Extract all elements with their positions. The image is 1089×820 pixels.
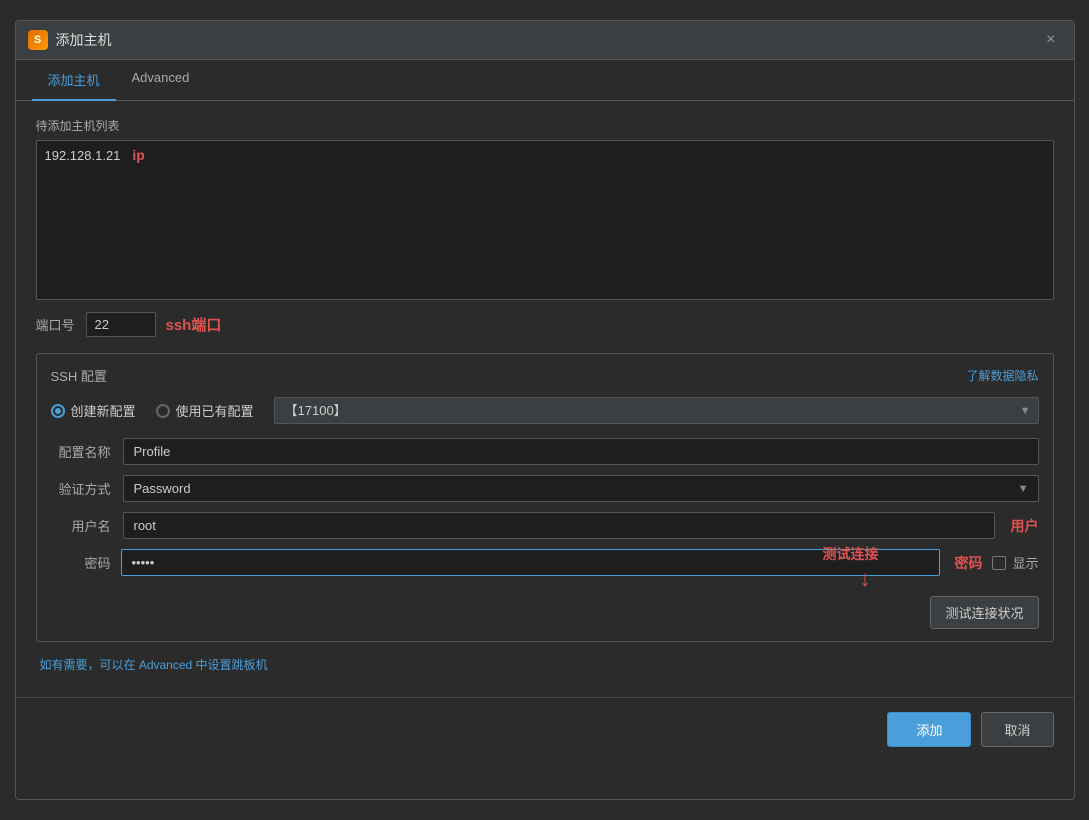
- tab-add-host[interactable]: 添加主机: [32, 60, 116, 101]
- test-arrow-icon: ↓: [860, 568, 871, 590]
- radio-new-label: 创建新配置: [71, 401, 136, 420]
- username-annotation: 用户: [1011, 516, 1039, 536]
- existing-config-select[interactable]: 【17100】: [274, 397, 1039, 424]
- ip-annotation: ip: [132, 147, 144, 163]
- password-input-wrapper: [121, 549, 941, 576]
- host-list-area[interactable]: 192.128.1.21 ip: [36, 140, 1054, 300]
- password-row: 密码 密码 显示: [51, 549, 1039, 576]
- show-password-label: 显示: [1012, 553, 1038, 572]
- privacy-link[interactable]: 了解数据隐私: [966, 367, 1038, 384]
- dialog-title: 添加主机: [56, 30, 112, 50]
- ssh-title: SSH 配置: [51, 366, 107, 385]
- port-label: 端口号: [36, 315, 76, 334]
- bottom-hint: 如有需要，可以在 Advanced 中设置跳板机: [36, 656, 1054, 673]
- test-connect-button[interactable]: 测试连接状况: [930, 596, 1038, 629]
- profile-label: 配置名称: [51, 442, 111, 461]
- radio-new-dot[interactable]: [51, 404, 65, 418]
- ssh-section: SSH 配置 了解数据隐私 创建新配置 使用已有配置 【17100】 ▼: [36, 353, 1054, 642]
- auth-method-row: 验证方式 Password PublicKey Keyboard Interac…: [51, 475, 1039, 502]
- test-annotation-text: 测试连接: [823, 544, 879, 564]
- dialog-content: 待添加主机列表 192.128.1.21 ip 端口号 ssh端口 SSH 配置…: [16, 101, 1074, 689]
- test-section: 测试连接 ↓ 测试连接状况: [51, 586, 1039, 629]
- radio-existing-dot[interactable]: [156, 404, 170, 418]
- auth-dropdown-wrapper: Password PublicKey Keyboard Interactive …: [123, 475, 1039, 502]
- cancel-button[interactable]: 取消: [981, 712, 1053, 747]
- username-input[interactable]: [123, 512, 995, 539]
- auth-label: 验证方式: [51, 479, 111, 498]
- radio-row: 创建新配置 使用已有配置 【17100】 ▼: [51, 397, 1039, 424]
- radio-new-config[interactable]: 创建新配置: [51, 401, 136, 420]
- close-button[interactable]: ×: [1040, 29, 1061, 51]
- host-list-label: 待添加主机列表: [36, 117, 1054, 134]
- existing-config-select-container: 【17100】 ▼: [274, 397, 1039, 424]
- show-password-row: 显示: [992, 553, 1038, 572]
- host-entry: 192.128.1.21 ip: [45, 147, 1045, 163]
- password-input[interactable]: [121, 549, 941, 576]
- auth-select[interactable]: Password PublicKey Keyboard Interactive: [123, 475, 1039, 502]
- radio-existing-config[interactable]: 使用已有配置: [156, 401, 254, 420]
- app-icon: S: [28, 30, 48, 50]
- username-row: 用户名 用户: [51, 512, 1039, 539]
- password-annotation: 密码: [954, 553, 982, 573]
- profile-name-row: 配置名称: [51, 438, 1039, 465]
- title-bar-left: S 添加主机: [28, 30, 112, 50]
- tab-bar: 添加主机 Advanced: [16, 60, 1074, 101]
- add-button[interactable]: 添加: [887, 712, 971, 747]
- footer-bar: 添加 取消: [16, 697, 1074, 761]
- tab-advanced[interactable]: Advanced: [116, 60, 206, 101]
- password-label: 密码: [51, 553, 111, 572]
- ssh-header: SSH 配置 了解数据隐私: [51, 366, 1039, 385]
- ip-value: 192.128.1.21: [45, 148, 121, 163]
- port-input[interactable]: [86, 312, 156, 337]
- radio-existing-label: 使用已有配置: [176, 401, 254, 420]
- username-label: 用户名: [51, 516, 111, 535]
- title-bar: S 添加主机 ×: [16, 21, 1074, 60]
- show-password-checkbox[interactable]: [992, 556, 1006, 570]
- port-annotation: ssh端口: [166, 314, 222, 335]
- port-row: 端口号 ssh端口: [36, 312, 1054, 337]
- profile-input[interactable]: [123, 438, 1039, 465]
- add-host-dialog: S 添加主机 × 添加主机 Advanced 待添加主机列表 192.128.1…: [15, 20, 1075, 800]
